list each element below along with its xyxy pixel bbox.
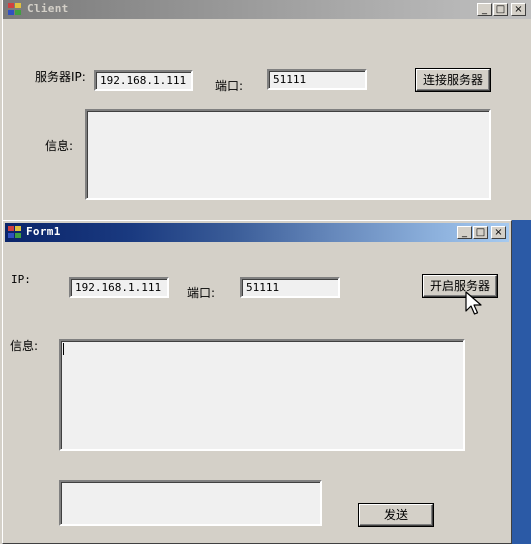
ip-input[interactable]: 192.168.1.111 (69, 277, 169, 298)
client-window: Client _ □ × 服务器IP: 192.168.1.111 端口: 51… (2, 0, 531, 220)
window-title: Client (27, 2, 69, 15)
info-textarea[interactable] (59, 339, 465, 451)
form1-titlebar[interactable]: Form1 _ □ × (5, 223, 509, 242)
server-ip-input[interactable]: 192.168.1.111 (94, 70, 193, 91)
app-icon (8, 226, 22, 239)
start-server-button[interactable]: 开启服务器 (423, 275, 497, 297)
minimize-button[interactable]: _ (457, 226, 472, 239)
port-input[interactable]: 51111 (240, 277, 340, 298)
app-icon (8, 3, 22, 16)
info-textarea[interactable] (85, 109, 491, 200)
text-caret (63, 343, 64, 355)
client-titlebar[interactable]: Client _ □ × (3, 0, 531, 19)
window-title: Form1 (26, 225, 61, 238)
close-button[interactable]: × (511, 3, 526, 16)
minimize-button[interactable]: _ (477, 3, 492, 16)
ip-label: IP: (11, 273, 31, 286)
port-label: 端口: (187, 286, 216, 300)
port-label: 端口: (215, 79, 244, 93)
connect-server-button[interactable]: 连接服务器 (416, 69, 490, 91)
maximize-button[interactable]: □ (473, 226, 488, 239)
message-input[interactable] (59, 480, 322, 526)
port-input[interactable]: 51111 (267, 69, 367, 90)
send-button[interactable]: 发送 (359, 504, 433, 526)
mouse-cursor-icon (465, 291, 482, 315)
close-button[interactable]: × (491, 226, 506, 239)
maximize-button[interactable]: □ (493, 3, 508, 16)
server-ip-label: 服务器IP: (35, 70, 86, 84)
info-label: 信息: (45, 139, 74, 153)
info-label: 信息: (10, 339, 39, 353)
form1-window: Form1 _ □ × IP: 192.168.1.111 端口: 51111 … (2, 220, 512, 544)
